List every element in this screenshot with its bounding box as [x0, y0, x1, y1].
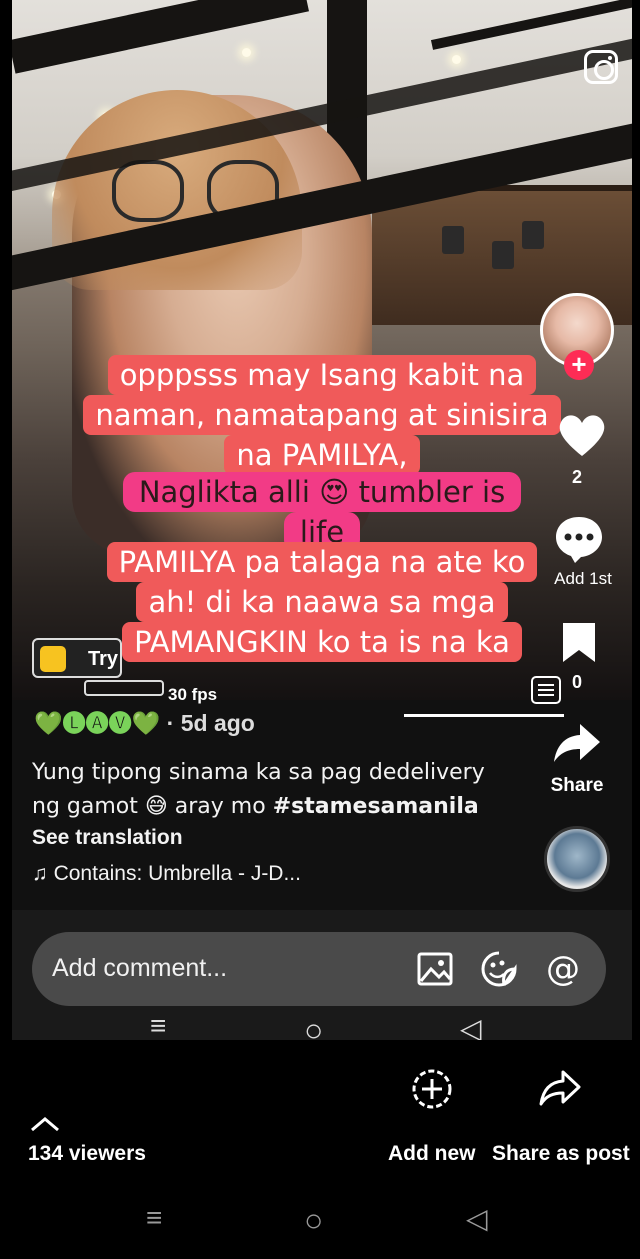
- try-label: Try: [88, 648, 119, 670]
- progress-scrubber[interactable]: [404, 714, 564, 717]
- inner-nav-home-icon[interactable]: ○: [304, 1012, 323, 1040]
- overlay-line: opppsss may Isang kabit na: [107, 355, 537, 395]
- fps-label: 30 fps: [168, 685, 218, 704]
- screen: opppsss may Isang kabit na naman, namata…: [0, 0, 640, 1259]
- overlay-line: naman, namatapang at sinisira: [83, 395, 561, 435]
- author-name[interactable]: 💚🅛🅐🅥💚: [34, 710, 160, 736]
- see-translation-link[interactable]: See translation: [32, 826, 183, 850]
- viewers-count[interactable]: 134 viewers: [28, 1142, 146, 1166]
- image-icon[interactable]: [416, 950, 454, 988]
- overlay-line: Naglikta alli 😍 tumbler is: [122, 472, 522, 512]
- overlay-line: PAMANGKIN ko ta is na ka: [122, 622, 522, 662]
- instagram-icon: [584, 50, 618, 84]
- music-disc-avatar[interactable]: [544, 826, 610, 892]
- music-label[interactable]: ♫ Contains: Umbrella - J-D...: [32, 862, 301, 886]
- comment-placeholder: Add comment...: [52, 954, 228, 982]
- overlay-text-pink: Naglikta alli 😍 tumbler is life: [12, 472, 632, 552]
- post-time: · 5d ago: [166, 710, 255, 736]
- system-nav-back-icon[interactable]: ◁: [466, 1202, 488, 1235]
- system-nav-home-icon[interactable]: ○: [304, 1202, 323, 1239]
- sticker-icon[interactable]: [480, 950, 518, 988]
- inner-nav-menu-icon[interactable]: ≡: [150, 1010, 166, 1040]
- caption: Yung tipong sinama ka sa pag dedelivery …: [32, 756, 512, 824]
- caption-line-1: Yung tipong sinama ka sa pag dedelivery: [32, 760, 485, 785]
- save-count: 0: [571, 672, 582, 692]
- inner-nav-back-icon[interactable]: ◁: [460, 1012, 482, 1040]
- comment-label: Add 1st: [554, 569, 612, 588]
- heart-icon[interactable]: [557, 412, 607, 458]
- try-effect-badge[interactable]: Try: [32, 638, 122, 678]
- hashtag-link[interactable]: #stamesamanila: [273, 794, 479, 819]
- chevron-up-icon[interactable]: [30, 1116, 60, 1132]
- caption-line-2: ng gamot 😅 aray mo #stamesamanila: [32, 790, 512, 824]
- recorded-tiktok-frame: opppsss may Isang kabit na naman, namata…: [12, 0, 632, 1040]
- share-label: Share: [550, 775, 604, 796]
- effect-icon: [40, 646, 66, 672]
- system-nav-menu-icon[interactable]: ≡: [146, 1202, 162, 1234]
- comment-icon[interactable]: [553, 514, 605, 564]
- comment-input[interactable]: Add comment... @: [32, 932, 606, 1006]
- author-row[interactable]: 💚🅛🅐🅥💚 · 5d ago: [34, 704, 255, 738]
- share-post-icon[interactable]: [538, 1068, 582, 1108]
- caption-text: ng gamot 😅 aray mo: [32, 794, 273, 819]
- bookmark-icon[interactable]: [560, 620, 598, 664]
- follow-plus-icon[interactable]: +: [564, 350, 594, 380]
- share-icon[interactable]: [552, 722, 602, 764]
- progress-bar-small: [84, 680, 164, 696]
- overlay-line: na PAMILYA,: [224, 435, 420, 475]
- overlay-line: PAMILYA pa talaga na ate ko: [106, 542, 538, 582]
- share-as-post-label[interactable]: Share as post: [492, 1142, 630, 1166]
- list-icon[interactable]: [531, 676, 561, 704]
- svg-text:@: @: [546, 950, 580, 988]
- overlay-line: ah! di ka naawa sa mga: [136, 582, 508, 622]
- like-count: 2: [571, 467, 582, 487]
- add-new-icon[interactable]: [410, 1067, 454, 1111]
- comment-bar-area: Add comment... @ ≡ ○ ◁: [12, 910, 632, 1040]
- add-new-label[interactable]: Add new: [388, 1142, 476, 1166]
- mention-icon[interactable]: @: [544, 950, 582, 988]
- overlay-text-top: opppsss may Isang kabit na naman, namata…: [12, 355, 632, 475]
